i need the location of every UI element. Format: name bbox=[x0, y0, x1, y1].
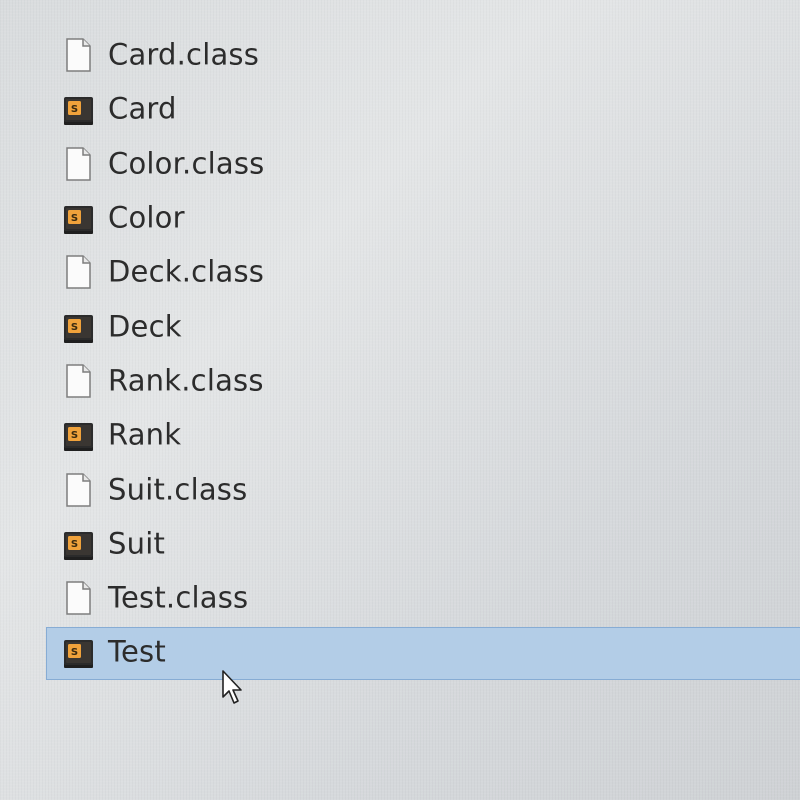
file-row-color-class[interactable]: Color.class bbox=[0, 137, 800, 191]
file-name: Deck.class bbox=[108, 254, 265, 289]
sublime-source-file-icon: S bbox=[64, 97, 93, 126]
file-row-rank-class[interactable]: Rank.class bbox=[0, 354, 800, 408]
blank-document-icon bbox=[66, 146, 91, 181]
file-name: Test bbox=[108, 634, 166, 669]
sublime-source-file-icon: S bbox=[64, 423, 93, 452]
file-row-test-class[interactable]: Test.class bbox=[0, 571, 800, 625]
sublime-source-file-icon: S bbox=[64, 314, 93, 343]
file-name: Rank.class bbox=[108, 363, 264, 398]
file-row-card[interactable]: S Card bbox=[0, 82, 800, 136]
svg-text:S: S bbox=[71, 104, 78, 115]
file-name: Color bbox=[108, 200, 185, 235]
svg-text:S: S bbox=[71, 539, 78, 550]
file-name: Suit.class bbox=[108, 471, 248, 506]
file-row-deck-class[interactable]: Deck.class bbox=[0, 245, 800, 299]
sublime-source-file-icon: S bbox=[64, 531, 93, 560]
file-name: Card.class bbox=[108, 37, 260, 72]
file-name: Deck bbox=[108, 308, 182, 343]
file-row-color[interactable]: S Color bbox=[0, 191, 800, 245]
sublime-source-file-icon: S bbox=[64, 640, 93, 669]
file-row-suit-class[interactable]: Suit.class bbox=[0, 462, 800, 516]
file-name: Color.class bbox=[108, 146, 265, 181]
blank-document-icon bbox=[66, 472, 91, 507]
file-row-test[interactable]: S Test bbox=[0, 625, 800, 680]
svg-text:S: S bbox=[71, 213, 78, 224]
file-row-rank[interactable]: S Rank bbox=[0, 408, 800, 462]
blank-document-icon bbox=[66, 255, 91, 290]
file-name: Suit bbox=[108, 526, 166, 561]
file-list: Card.class S Card Color.class S Color De… bbox=[0, 28, 800, 680]
mouse-pointer-icon bbox=[222, 670, 242, 704]
file-name: Rank bbox=[108, 417, 182, 452]
blank-document-icon bbox=[66, 364, 91, 398]
blank-document-icon bbox=[66, 581, 91, 615]
sublime-source-file-icon: S bbox=[64, 206, 93, 235]
file-name: Test.class bbox=[108, 580, 249, 615]
svg-text:S: S bbox=[71, 647, 78, 658]
file-row-deck[interactable]: S Deck bbox=[0, 299, 800, 353]
svg-text:S: S bbox=[71, 430, 78, 441]
svg-text:S: S bbox=[71, 322, 78, 333]
file-row-suit[interactable]: S Suit bbox=[0, 517, 800, 571]
file-name: Card bbox=[108, 91, 177, 126]
blank-document-icon bbox=[66, 38, 91, 72]
file-row-card-class[interactable]: Card.class bbox=[0, 28, 800, 82]
